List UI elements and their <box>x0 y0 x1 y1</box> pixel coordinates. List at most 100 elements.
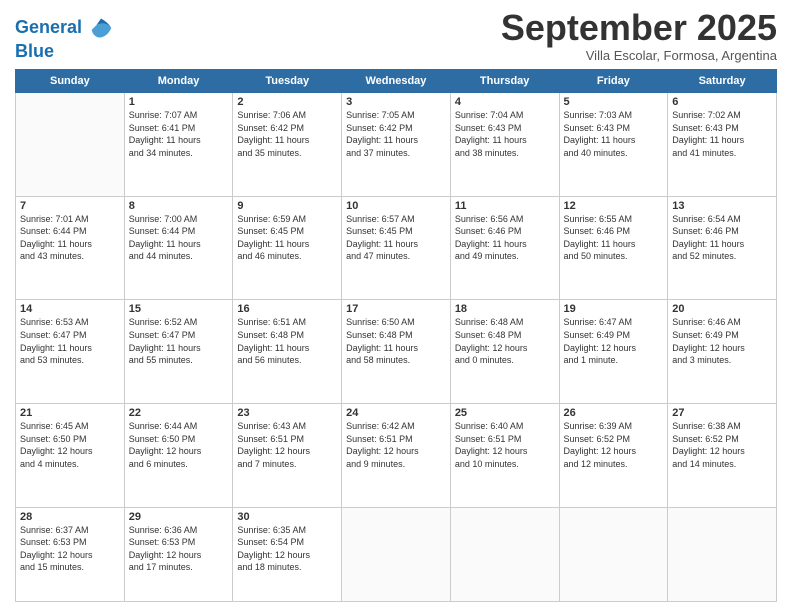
day-info: Sunrise: 7:02 AM Sunset: 6:43 PM Dayligh… <box>672 109 772 159</box>
day-number: 1 <box>129 96 229 108</box>
day-info: Sunrise: 6:36 AM Sunset: 6:53 PM Dayligh… <box>129 524 229 574</box>
day-number: 2 <box>237 96 337 108</box>
table-row: 19Sunrise: 6:47 AM Sunset: 6:49 PM Dayli… <box>559 300 668 404</box>
day-info: Sunrise: 7:01 AM Sunset: 6:44 PM Dayligh… <box>20 213 120 263</box>
logo-text: General <box>15 18 82 38</box>
day-info: Sunrise: 7:00 AM Sunset: 6:44 PM Dayligh… <box>129 213 229 263</box>
day-number: 27 <box>672 407 772 419</box>
day-info: Sunrise: 6:37 AM Sunset: 6:53 PM Dayligh… <box>20 524 120 574</box>
day-info: Sunrise: 7:06 AM Sunset: 6:42 PM Dayligh… <box>237 109 337 159</box>
table-row: 28Sunrise: 6:37 AM Sunset: 6:53 PM Dayli… <box>16 507 125 601</box>
table-row: 30Sunrise: 6:35 AM Sunset: 6:54 PM Dayli… <box>233 507 342 601</box>
table-row <box>559 507 668 601</box>
day-info: Sunrise: 6:35 AM Sunset: 6:54 PM Dayligh… <box>237 524 337 574</box>
day-number: 19 <box>564 303 664 315</box>
table-row: 10Sunrise: 6:57 AM Sunset: 6:45 PM Dayli… <box>342 196 451 300</box>
table-row: 21Sunrise: 6:45 AM Sunset: 6:50 PM Dayli… <box>16 404 125 508</box>
day-info: Sunrise: 6:39 AM Sunset: 6:52 PM Dayligh… <box>564 420 664 470</box>
table-row: 24Sunrise: 6:42 AM Sunset: 6:51 PM Dayli… <box>342 404 451 508</box>
day-info: Sunrise: 7:07 AM Sunset: 6:41 PM Dayligh… <box>129 109 229 159</box>
table-row: 9Sunrise: 6:59 AM Sunset: 6:45 PM Daylig… <box>233 196 342 300</box>
day-number: 21 <box>20 407 120 419</box>
table-row: 7Sunrise: 7:01 AM Sunset: 6:44 PM Daylig… <box>16 196 125 300</box>
page: General Blue September 2025 Villa Escola… <box>0 0 792 612</box>
col-sunday: Sunday <box>16 70 125 93</box>
table-row: 1Sunrise: 7:07 AM Sunset: 6:41 PM Daylig… <box>124 93 233 197</box>
col-tuesday: Tuesday <box>233 70 342 93</box>
table-row: 29Sunrise: 6:36 AM Sunset: 6:53 PM Dayli… <box>124 507 233 601</box>
day-info: Sunrise: 6:59 AM Sunset: 6:45 PM Dayligh… <box>237 213 337 263</box>
table-row: 25Sunrise: 6:40 AM Sunset: 6:51 PM Dayli… <box>450 404 559 508</box>
day-info: Sunrise: 6:54 AM Sunset: 6:46 PM Dayligh… <box>672 213 772 263</box>
day-number: 25 <box>455 407 555 419</box>
table-row: 2Sunrise: 7:06 AM Sunset: 6:42 PM Daylig… <box>233 93 342 197</box>
day-info: Sunrise: 6:44 AM Sunset: 6:50 PM Dayligh… <box>129 420 229 470</box>
table-row: 5Sunrise: 7:03 AM Sunset: 6:43 PM Daylig… <box>559 93 668 197</box>
day-info: Sunrise: 6:45 AM Sunset: 6:50 PM Dayligh… <box>20 420 120 470</box>
logo-text-blue: Blue <box>15 42 115 62</box>
month-title: September 2025 <box>501 10 777 46</box>
day-info: Sunrise: 6:38 AM Sunset: 6:52 PM Dayligh… <box>672 420 772 470</box>
logo: General Blue <box>15 14 115 62</box>
table-row: 8Sunrise: 7:00 AM Sunset: 6:44 PM Daylig… <box>124 196 233 300</box>
table-row: 17Sunrise: 6:50 AM Sunset: 6:48 PM Dayli… <box>342 300 451 404</box>
table-row: 6Sunrise: 7:02 AM Sunset: 6:43 PM Daylig… <box>668 93 777 197</box>
day-number: 16 <box>237 303 337 315</box>
day-number: 10 <box>346 200 446 212</box>
table-row: 4Sunrise: 7:04 AM Sunset: 6:43 PM Daylig… <box>450 93 559 197</box>
table-row: 22Sunrise: 6:44 AM Sunset: 6:50 PM Dayli… <box>124 404 233 508</box>
day-info: Sunrise: 6:52 AM Sunset: 6:47 PM Dayligh… <box>129 316 229 366</box>
table-row: 26Sunrise: 6:39 AM Sunset: 6:52 PM Dayli… <box>559 404 668 508</box>
table-row: 12Sunrise: 6:55 AM Sunset: 6:46 PM Dayli… <box>559 196 668 300</box>
day-number: 30 <box>237 511 337 523</box>
day-number: 8 <box>129 200 229 212</box>
day-number: 9 <box>237 200 337 212</box>
day-info: Sunrise: 6:56 AM Sunset: 6:46 PM Dayligh… <box>455 213 555 263</box>
day-info: Sunrise: 7:04 AM Sunset: 6:43 PM Dayligh… <box>455 109 555 159</box>
table-row: 27Sunrise: 6:38 AM Sunset: 6:52 PM Dayli… <box>668 404 777 508</box>
day-info: Sunrise: 6:47 AM Sunset: 6:49 PM Dayligh… <box>564 316 664 366</box>
day-info: Sunrise: 6:57 AM Sunset: 6:45 PM Dayligh… <box>346 213 446 263</box>
day-number: 15 <box>129 303 229 315</box>
table-row: 16Sunrise: 6:51 AM Sunset: 6:48 PM Dayli… <box>233 300 342 404</box>
day-number: 18 <box>455 303 555 315</box>
table-row: 3Sunrise: 7:05 AM Sunset: 6:42 PM Daylig… <box>342 93 451 197</box>
day-number: 4 <box>455 96 555 108</box>
table-row: 13Sunrise: 6:54 AM Sunset: 6:46 PM Dayli… <box>668 196 777 300</box>
day-number: 26 <box>564 407 664 419</box>
day-info: Sunrise: 6:48 AM Sunset: 6:48 PM Dayligh… <box>455 316 555 366</box>
day-info: Sunrise: 6:40 AM Sunset: 6:51 PM Dayligh… <box>455 420 555 470</box>
table-row: 23Sunrise: 6:43 AM Sunset: 6:51 PM Dayli… <box>233 404 342 508</box>
subtitle: Villa Escolar, Formosa, Argentina <box>501 48 777 63</box>
day-info: Sunrise: 7:05 AM Sunset: 6:42 PM Dayligh… <box>346 109 446 159</box>
day-info: Sunrise: 6:50 AM Sunset: 6:48 PM Dayligh… <box>346 316 446 366</box>
day-number: 29 <box>129 511 229 523</box>
day-info: Sunrise: 6:53 AM Sunset: 6:47 PM Dayligh… <box>20 316 120 366</box>
day-number: 3 <box>346 96 446 108</box>
day-info: Sunrise: 6:55 AM Sunset: 6:46 PM Dayligh… <box>564 213 664 263</box>
day-info: Sunrise: 6:42 AM Sunset: 6:51 PM Dayligh… <box>346 420 446 470</box>
table-row <box>668 507 777 601</box>
day-number: 13 <box>672 200 772 212</box>
day-number: 14 <box>20 303 120 315</box>
logo-icon <box>87 14 115 42</box>
day-info: Sunrise: 6:43 AM Sunset: 6:51 PM Dayligh… <box>237 420 337 470</box>
day-number: 22 <box>129 407 229 419</box>
calendar-table: Sunday Monday Tuesday Wednesday Thursday… <box>15 69 777 602</box>
col-thursday: Thursday <box>450 70 559 93</box>
table-row: 20Sunrise: 6:46 AM Sunset: 6:49 PM Dayli… <box>668 300 777 404</box>
day-number: 20 <box>672 303 772 315</box>
day-number: 7 <box>20 200 120 212</box>
table-row <box>450 507 559 601</box>
col-friday: Friday <box>559 70 668 93</box>
day-number: 24 <box>346 407 446 419</box>
day-number: 6 <box>672 96 772 108</box>
col-wednesday: Wednesday <box>342 70 451 93</box>
day-number: 23 <box>237 407 337 419</box>
day-number: 17 <box>346 303 446 315</box>
table-row: 18Sunrise: 6:48 AM Sunset: 6:48 PM Dayli… <box>450 300 559 404</box>
day-info: Sunrise: 6:51 AM Sunset: 6:48 PM Dayligh… <box>237 316 337 366</box>
table-row <box>16 93 125 197</box>
table-row: 14Sunrise: 6:53 AM Sunset: 6:47 PM Dayli… <box>16 300 125 404</box>
title-block: September 2025 Villa Escolar, Formosa, A… <box>501 10 777 63</box>
